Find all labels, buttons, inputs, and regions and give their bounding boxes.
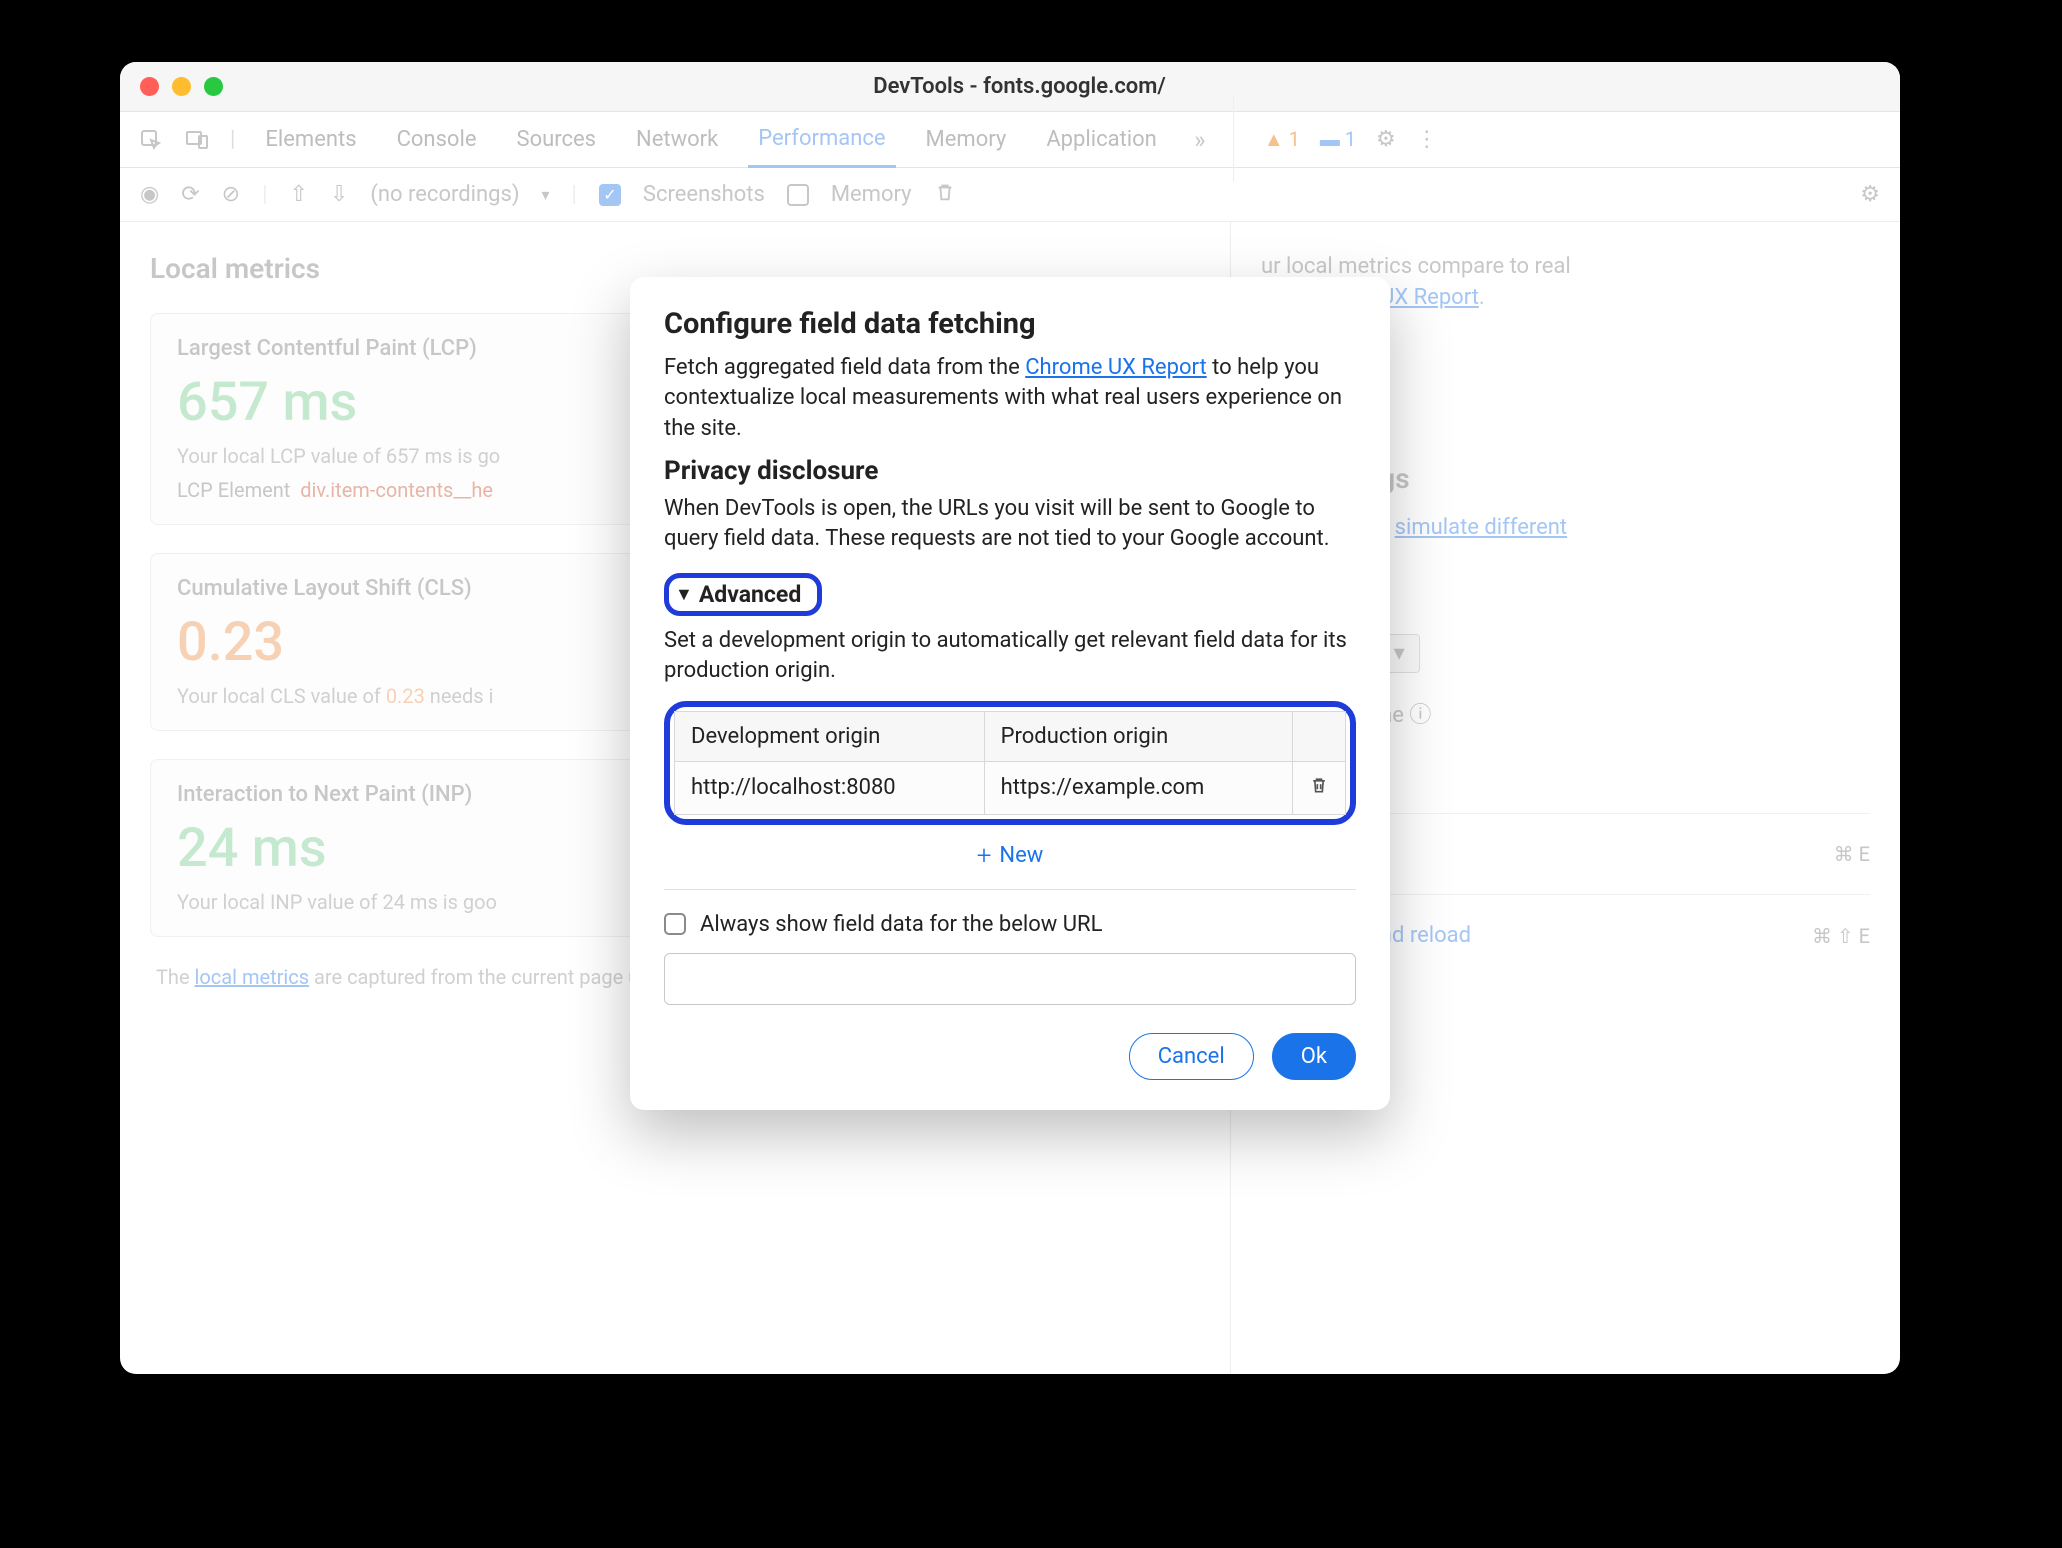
origin-mapping-table: Development origin Production origin htt… [674, 711, 1346, 815]
tab-sources[interactable]: Sources [507, 113, 607, 166]
devtools-window: DevTools - fonts.google.com/ | Elements … [120, 62, 1900, 1374]
tab-network[interactable]: Network [626, 113, 728, 166]
always-show-label: Always show field data for the below URL [700, 912, 1102, 937]
reload-icon[interactable]: ⟳ [181, 182, 199, 207]
cancel-button[interactable]: Cancel [1129, 1033, 1254, 1080]
memory-checkbox[interactable] [787, 184, 809, 206]
divider [664, 889, 1356, 890]
prod-origin-cell[interactable]: https://example.com [984, 761, 1292, 814]
memory-label: Memory [831, 182, 912, 207]
dialog-title: Configure field data fetching [664, 307, 1356, 341]
field-data-config-dialog: Configure field data fetching Fetch aggr… [630, 277, 1390, 1110]
privacy-title: Privacy disclosure [664, 456, 1356, 486]
disclosure-triangle-icon: ▼ [675, 584, 693, 605]
advanced-label: Advanced [699, 581, 801, 608]
more-tabs-icon[interactable]: » [1187, 127, 1213, 153]
zoom-window-button[interactable] [204, 77, 223, 96]
record-shortcut: ⌘ E [1834, 842, 1870, 866]
tab-application[interactable]: Application [1036, 113, 1166, 166]
ok-button[interactable]: Ok [1272, 1033, 1356, 1080]
add-new-mapping-button[interactable]: + New [977, 841, 1044, 871]
plus-icon: + [977, 841, 992, 871]
dialog-intro: Fetch aggregated field data from the Chr… [664, 353, 1356, 444]
kebab-icon[interactable]: ⋮ [1416, 127, 1438, 152]
origin-row: http://localhost:8080 https://example.co… [675, 761, 1346, 814]
screenshots-label: Screenshots [643, 182, 765, 207]
download-icon[interactable]: ⇩ [330, 182, 348, 207]
url-override-input[interactable] [664, 953, 1356, 1005]
dev-origin-cell[interactable]: http://localhost:8080 [675, 761, 985, 814]
trash-toolbar-icon[interactable] [934, 181, 956, 209]
clear-icon[interactable]: ⊘ [222, 182, 240, 207]
dropdown-caret-icon[interactable]: ▾ [542, 185, 550, 204]
inspect-icon[interactable] [138, 127, 164, 153]
warning-badge[interactable]: ▲ 1 [1264, 127, 1300, 152]
gear-icon[interactable]: ⚙ [1376, 127, 1396, 152]
crux-link[interactable]: Chrome UX Report [1025, 355, 1206, 380]
simulate-link[interactable]: simulate different [1395, 515, 1568, 540]
close-window-button[interactable] [140, 77, 159, 96]
device-toggle-icon[interactable] [184, 127, 210, 153]
record-reload-shortcut: ⌘ ⇧ E [1812, 924, 1870, 948]
upload-icon[interactable]: ⇧ [289, 182, 307, 207]
record-icon[interactable]: ◉ [140, 182, 159, 207]
traffic-lights [140, 77, 223, 96]
settings-gear-icon[interactable]: ⚙ [1860, 182, 1880, 207]
always-show-checkbox[interactable] [664, 913, 686, 935]
origin-mapping-highlight: Development origin Production origin htt… [664, 701, 1356, 825]
advanced-desc: Set a development origin to automaticall… [664, 626, 1356, 687]
issues-badge[interactable]: ▬ 1 [1320, 127, 1356, 152]
window-title: DevTools - fonts.google.com/ [223, 74, 1816, 99]
recordings-dropdown[interactable]: (no recordings) [370, 182, 519, 207]
advanced-disclosure[interactable]: ▼ Advanced [664, 573, 822, 616]
tab-performance[interactable]: Performance [748, 112, 895, 168]
panel-tabbar: | Elements Console Sources Network Perfo… [120, 112, 1900, 168]
tab-elements[interactable]: Elements [255, 113, 366, 166]
tab-memory[interactable]: Memory [916, 113, 1017, 166]
screenshots-checkbox[interactable]: ✓ [599, 184, 621, 206]
col-actions [1293, 711, 1346, 761]
delete-row-button[interactable] [1293, 761, 1346, 814]
col-dev-origin: Development origin [675, 711, 985, 761]
tab-console[interactable]: Console [387, 113, 487, 166]
privacy-body: When DevTools is open, the URLs you visi… [664, 494, 1356, 555]
col-prod-origin: Production origin [984, 711, 1292, 761]
local-metrics-link[interactable]: local metrics [195, 965, 310, 989]
minimize-window-button[interactable] [172, 77, 191, 96]
new-label: New [999, 843, 1043, 868]
